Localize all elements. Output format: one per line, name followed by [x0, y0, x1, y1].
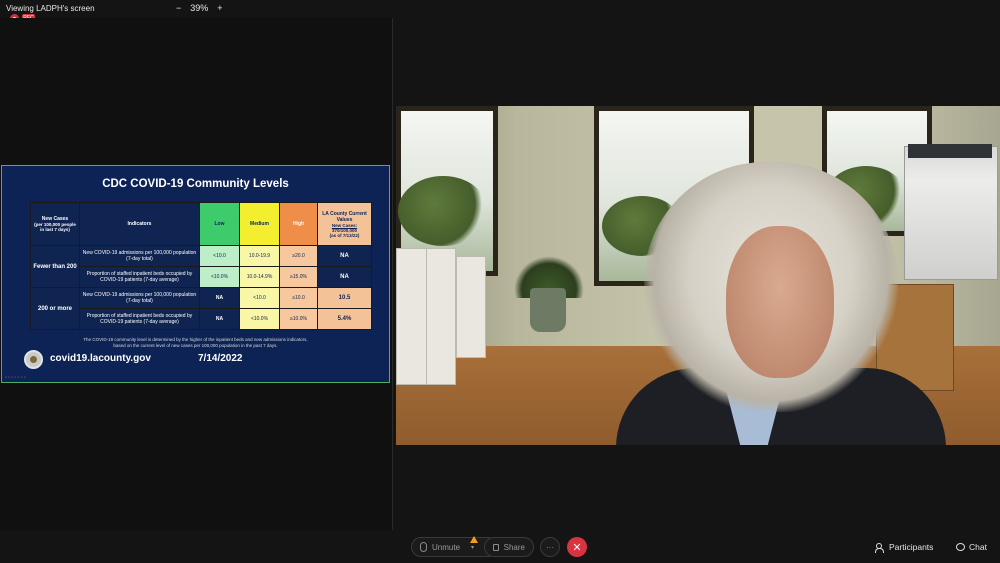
more-options-button[interactable]: ···: [540, 537, 560, 557]
la-value: 5.4%: [317, 308, 372, 330]
table-header-row: New Cases (per 100,000 people in last 7 …: [30, 202, 372, 246]
slide-website: covid19.lacounty.gov: [50, 353, 151, 364]
high-value: ≥10.0%: [279, 308, 318, 330]
warning-icon: [470, 536, 478, 543]
share-screen-icon: [493, 543, 499, 551]
participants-label: Participants: [889, 542, 934, 552]
indicator-cell: Proportion of staffed inpatient beds occ…: [79, 308, 200, 330]
table-row: Fewer than 200 New COVID-19 admissions p…: [30, 245, 372, 288]
chat-button[interactable]: Chat: [956, 542, 987, 552]
footnote-line: based on the current level of new cases …: [113, 343, 278, 348]
la-value: 10.5: [317, 287, 372, 309]
header-la-as-of: (as of 7/13/22): [329, 232, 360, 238]
zoom-out-button[interactable]: −: [176, 3, 181, 13]
participants-icon: [875, 542, 885, 553]
slide-title: CDC COVID-19 Community Levels: [102, 178, 289, 190]
header-new-cases-sub: (per 100,000 people in last 7 days): [34, 222, 76, 232]
chevron-down-icon[interactable]: ▾: [471, 544, 474, 551]
slide-toolbar-icons[interactable]: ◦◦◦◦◦◦◦: [5, 375, 27, 381]
header-la-current: LA County Current Values New Cases: 370/…: [317, 202, 372, 246]
shared-slide: CDC COVID-19 Community Levels New Cases …: [1, 165, 390, 383]
row-group-label: Fewer than 200: [30, 245, 80, 288]
microphone-icon: [420, 542, 427, 552]
zoom-control: − 39% +: [176, 3, 223, 13]
share-label: Share: [503, 542, 525, 552]
high-value: ≥15.0%: [279, 266, 318, 288]
chat-icon: [956, 543, 965, 551]
table-row: Proportion of staffed inpatient beds occ…: [31, 308, 372, 330]
video-printer-top: [908, 144, 992, 158]
top-bar: Viewing LADPH's screen − 39% + REC: [0, 0, 1000, 23]
table-row: 200 or more New COVID-19 admissions per …: [30, 287, 372, 330]
header-low: Low: [199, 202, 240, 246]
zoom-level: 39%: [190, 3, 209, 13]
slide-footnote: The COVID-19 community level is determin…: [2, 337, 389, 349]
header-la-label: LA County Current Values: [322, 210, 367, 223]
video-printer: [904, 146, 998, 280]
indicator-cell: Proportion of staffed inpatient beds occ…: [79, 266, 200, 288]
indicator-cell: New COVID-19 admissions per 100,000 popu…: [79, 287, 200, 309]
speaker-face: [726, 226, 834, 378]
low-value: <10.0%: [199, 266, 240, 288]
low-value: NA: [199, 308, 240, 330]
medium-value: 10.0-14.9%: [239, 266, 280, 288]
medium-value: 10.0-19.9: [239, 245, 280, 267]
high-value: ≥20.0: [279, 245, 318, 267]
header-high: High: [279, 202, 318, 246]
video-trees: [398, 176, 488, 246]
chat-label: Chat: [969, 542, 987, 552]
zoom-in-button[interactable]: +: [217, 3, 222, 13]
county-seal-icon: [24, 350, 43, 369]
table-row: Proportion of staffed inpatient beds occ…: [31, 266, 372, 288]
header-new-cases: New Cases (per 100,000 people in last 7 …: [30, 202, 80, 246]
video-binder: [456, 256, 486, 358]
meeting-controls: Unmute ▾ Share ··· ✕ Participants Chat: [0, 530, 1000, 563]
header-indicators: Indicators: [79, 202, 200, 246]
medium-value: <10.0%: [239, 308, 280, 330]
row-group-label: 200 or more: [30, 287, 80, 330]
slide-date: 7/14/2022: [198, 353, 243, 364]
share-button[interactable]: Share: [484, 537, 534, 557]
end-call-button[interactable]: ✕: [567, 537, 587, 557]
video-plant-pot: [530, 288, 566, 332]
medium-value: <10.0: [239, 287, 280, 309]
la-value: NA: [317, 245, 372, 267]
viewing-label: Viewing LADPH's screen: [6, 4, 95, 13]
indicator-cell: New COVID-19 admissions per 100,000 popu…: [79, 245, 200, 267]
community-levels-table: New Cases (per 100,000 people in last 7 …: [30, 202, 372, 330]
la-value: NA: [317, 266, 372, 288]
header-medium: Medium: [239, 202, 280, 246]
low-value: <10.0: [199, 245, 240, 267]
participants-button[interactable]: Participants: [875, 542, 934, 553]
video-binder: [396, 248, 428, 385]
video-binder: [426, 248, 456, 385]
low-value: NA: [199, 287, 240, 309]
unmute-label: Unmute: [432, 542, 461, 552]
high-value: ≥10.0: [279, 287, 318, 309]
speaker-video: [396, 106, 1000, 445]
